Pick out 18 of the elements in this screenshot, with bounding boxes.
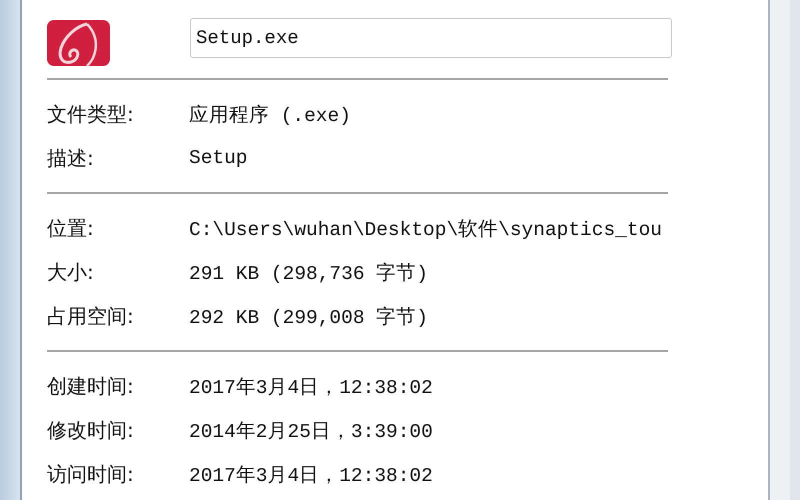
property-label: 文件类型: (47, 100, 135, 128)
file-name-field[interactable]: Setup.exe (190, 18, 672, 58)
app-icon (47, 20, 110, 66)
property-label: 修改时间: (47, 416, 135, 444)
property-value: 292 KB (299,008 字节) (189, 306, 428, 330)
property-value: C:\Users\wuhan\Desktop\软件\synaptics_tou (189, 218, 662, 242)
property-label: 占用空间: (47, 302, 135, 330)
property-label: 创建时间: (47, 372, 135, 400)
property-value: 应用程序 (.exe) (189, 104, 351, 128)
property-label: 位置: (47, 214, 95, 242)
property-label: 访问时间: (47, 460, 135, 488)
property-label: 描述: (47, 144, 95, 172)
property-value: 2017年3月4日，12:38:02 (189, 464, 433, 488)
property-label: 大小: (47, 258, 95, 286)
property-value: 2014年2月25日，3:39:00 (189, 420, 433, 444)
property-value: 291 KB (298,736 字节) (189, 262, 428, 286)
property-value: 2017年3月4日，12:38:02 (189, 376, 433, 400)
property-value: Setup (189, 147, 248, 169)
